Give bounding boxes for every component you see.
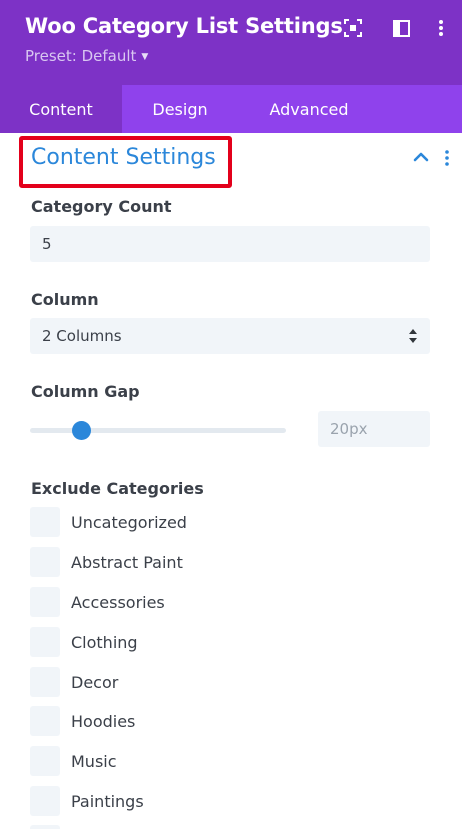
chevron-up-icon[interactable] bbox=[412, 148, 430, 166]
select-arrows-icon bbox=[409, 328, 417, 344]
checkbox-label: Decor bbox=[71, 672, 119, 692]
settings-tabs: Content Design Advanced bbox=[0, 85, 462, 133]
checkbox-label: Hoodies bbox=[71, 711, 136, 731]
checkbox[interactable] bbox=[30, 825, 60, 829]
column-gap-input[interactable]: 20px bbox=[318, 411, 430, 447]
checkbox[interactable] bbox=[30, 706, 60, 736]
checkbox-item[interactable]: Uncategorized bbox=[30, 507, 187, 537]
checkbox-label: Uncategorized bbox=[71, 512, 187, 532]
category-count-value: 5 bbox=[42, 235, 52, 253]
checkbox[interactable] bbox=[30, 507, 60, 537]
exclude-categories-label: Exclude Categories bbox=[31, 479, 204, 498]
more-vertical-icon[interactable] bbox=[431, 18, 451, 38]
checkbox-item[interactable]: Hoodies bbox=[30, 706, 135, 736]
category-count-input[interactable]: 5 bbox=[30, 226, 430, 262]
checkbox[interactable] bbox=[30, 547, 60, 577]
settings-header: Woo Category List Settings Preset: Defau… bbox=[0, 0, 462, 85]
caret-down-icon: ▼ bbox=[141, 52, 149, 62]
tab-advanced[interactable]: Advanced bbox=[238, 85, 380, 133]
checkbox-item[interactable]: Accessories bbox=[30, 587, 165, 617]
checkbox-label: Abstract Paint bbox=[71, 552, 183, 572]
checkbox[interactable] bbox=[30, 587, 60, 617]
preset-selector[interactable]: Preset: Default ▼ bbox=[25, 47, 148, 65]
column-gap-value: 20px bbox=[330, 420, 368, 438]
section-more-icon[interactable] bbox=[443, 149, 451, 167]
column-select[interactable]: 2 Columns bbox=[30, 318, 430, 354]
tab-content[interactable]: Content bbox=[0, 85, 122, 133]
checkbox[interactable] bbox=[30, 667, 60, 697]
checkbox-item[interactable] bbox=[30, 825, 60, 829]
checkbox-item[interactable]: Abstract Paint bbox=[30, 547, 183, 577]
checkbox-item[interactable]: Paintings bbox=[30, 786, 144, 816]
expand-icon[interactable] bbox=[343, 18, 363, 38]
checkbox-label: Accessories bbox=[71, 592, 165, 612]
checkbox[interactable] bbox=[30, 786, 60, 816]
tab-design[interactable]: Design bbox=[122, 85, 238, 133]
checkbox-item[interactable]: Music bbox=[30, 746, 117, 776]
column-gap-slider[interactable] bbox=[30, 428, 286, 433]
column-gap-label: Column Gap bbox=[31, 382, 140, 401]
checkbox-label: Music bbox=[71, 751, 117, 771]
preset-label: Preset: Default bbox=[25, 47, 137, 65]
slider-handle[interactable] bbox=[71, 421, 91, 440]
checkbox-label: Clothing bbox=[71, 632, 138, 652]
checkbox[interactable] bbox=[30, 627, 60, 657]
category-count-label: Category Count bbox=[31, 197, 172, 216]
modal-title: Woo Category List Settings bbox=[25, 14, 343, 38]
checkbox-item[interactable]: Decor bbox=[30, 667, 118, 697]
column-label: Column bbox=[31, 290, 99, 309]
column-select-value: 2 Columns bbox=[42, 327, 122, 345]
checkbox-label: Paintings bbox=[71, 791, 144, 811]
checkbox[interactable] bbox=[30, 746, 60, 776]
sidebar-layout-icon[interactable] bbox=[391, 18, 411, 38]
checkbox-item[interactable]: Clothing bbox=[30, 627, 138, 657]
highlight-box bbox=[19, 136, 232, 188]
